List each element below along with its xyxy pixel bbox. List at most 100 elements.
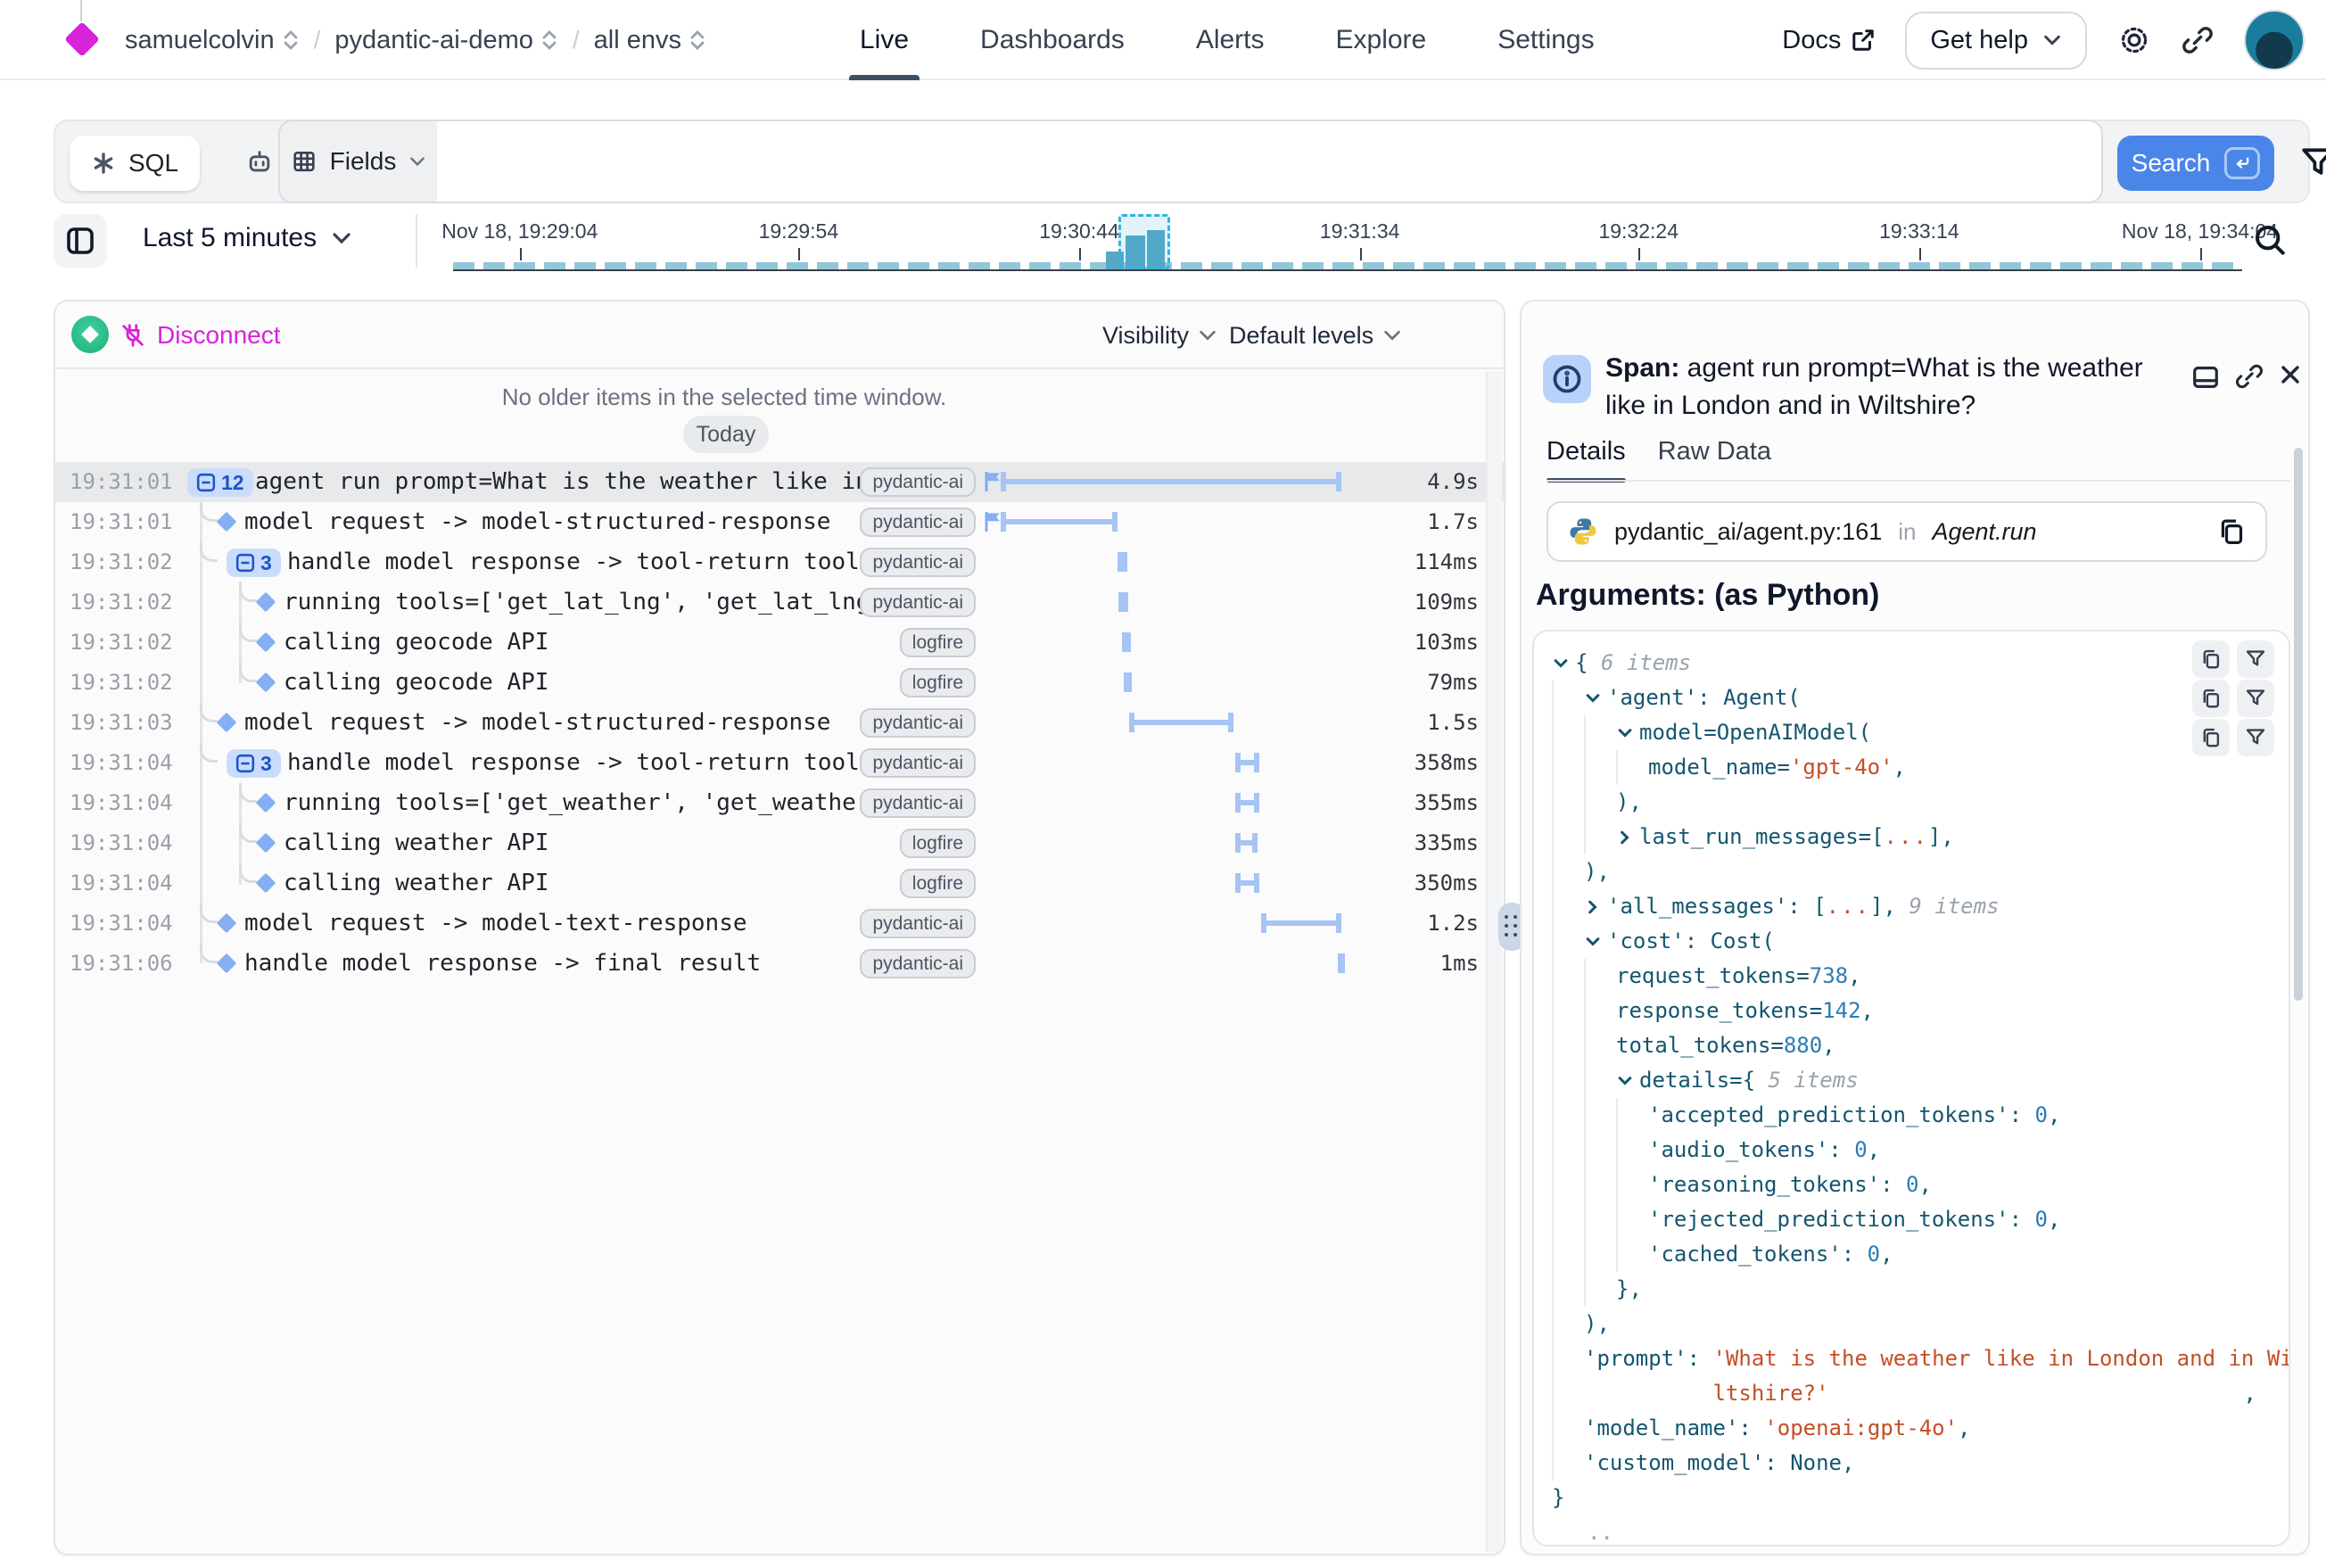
code-line[interactable]: request_tokens=738,	[1552, 959, 2285, 994]
trace-row[interactable]: 19:31:01model request -> model-structure…	[55, 502, 1505, 542]
trace-row[interactable]: 19:31:04calling weather APIlogfire335ms	[55, 823, 1505, 863]
tag-pill[interactable]: pydantic-ai	[860, 588, 976, 617]
code-line[interactable]: }	[1552, 1481, 2285, 1515]
user-avatar[interactable]	[2244, 10, 2305, 70]
code-line[interactable]: ),	[1552, 1307, 2285, 1341]
trace-row[interactable]: 19:31:04calling weather APIlogfire350ms	[55, 863, 1505, 904]
fields-dropdown-button[interactable]: Fields	[278, 120, 439, 203]
tag-pill[interactable]: pydantic-ai	[860, 467, 976, 497]
tab-settings[interactable]: Settings	[1497, 0, 1594, 80]
theme-toggle-sun-icon[interactable]	[2117, 23, 2151, 57]
filter-funnel-icon[interactable]	[2237, 680, 2274, 717]
tag-pill[interactable]: pydantic-ai	[860, 548, 976, 577]
code-line[interactable]: 'agent': Agent(	[1552, 681, 2285, 715]
collapse-badge[interactable]: 3	[227, 549, 281, 577]
copy-icon[interactable]	[2192, 640, 2230, 678]
span-link-icon[interactable]	[2235, 362, 2264, 391]
pin-flag-icon[interactable]	[983, 471, 1002, 492]
copy-icon[interactable]	[2217, 517, 2246, 546]
breadcrumb-item[interactable]: samuelcolvin	[125, 26, 300, 55]
trace-row[interactable]: 19:31:02running tools=['get_lat_lng', 'g…	[55, 582, 1505, 623]
tag-pill[interactable]: pydantic-ai	[860, 788, 976, 818]
source-location[interactable]: pydantic_ai/agent.py:161 in Agent.run	[1547, 501, 2267, 562]
trace-row[interactable]: 19:31:043handle model response -> tool-r…	[55, 743, 1505, 783]
filter-funnel-icon[interactable]	[2299, 144, 2326, 182]
zoom-magnifier-icon[interactable]	[2251, 221, 2289, 259]
tag-pill[interactable]: pydantic-ai	[860, 748, 976, 778]
trace-row[interactable]: 19:31:04running tools=['get_weather', 'g…	[55, 783, 1505, 823]
code-line[interactable]: ),	[1552, 854, 2285, 889]
time-axis[interactable]: Nov 18, 19:29:0419:29:5419:30:4419:31:34…	[446, 210, 2292, 278]
tag-pill[interactable]: pydantic-ai	[860, 508, 976, 537]
filter-funnel-icon[interactable]	[2237, 640, 2274, 678]
breadcrumb-item[interactable]: all envs	[594, 26, 706, 55]
dock-panel-icon[interactable]	[2190, 362, 2221, 392]
copy-link-icon[interactable]	[2182, 24, 2214, 56]
code-line[interactable]: model_name='gpt-4o',	[1552, 750, 2285, 785]
tab-live[interactable]: Live	[860, 0, 909, 80]
caret-down-icon[interactable]	[1552, 655, 1575, 673]
filter-funnel-icon[interactable]	[2237, 719, 2274, 756]
code-line[interactable]: total_tokens=880,	[1552, 1028, 2285, 1063]
code-line[interactable]: 'custom_model': None,	[1552, 1446, 2285, 1481]
trace-row[interactable]: 19:31:02calling geocode APIlogfire79ms	[55, 663, 1505, 703]
time-range-dropdown[interactable]: Last 5 minutes	[143, 223, 352, 253]
copy-icon[interactable]	[2192, 680, 2230, 717]
tab-dashboards[interactable]: Dashboards	[980, 0, 1125, 80]
trace-row[interactable]: 19:31:023handle model response -> tool-r…	[55, 542, 1505, 582]
code-line[interactable]: 'prompt': 'What is the weather like in L…	[1552, 1341, 2285, 1376]
trace-row[interactable]: 19:31:0112agent run prompt=What is the w…	[55, 462, 1505, 502]
tab-explore[interactable]: Explore	[1336, 0, 1427, 80]
caret-right-icon[interactable]	[1584, 898, 1607, 916]
code-line[interactable]: ),	[1552, 785, 2285, 820]
code-line[interactable]: ltshire?',	[1552, 1376, 2285, 1411]
trace-list-scrollbar[interactable]	[1486, 371, 1502, 1552]
tag-pill[interactable]: logfire	[900, 869, 976, 898]
tab-details[interactable]: Details	[1547, 437, 1626, 483]
tab-alerts[interactable]: Alerts	[1196, 0, 1265, 80]
tag-pill[interactable]: pydantic-ai	[860, 708, 976, 738]
search-button[interactable]: Search	[2117, 136, 2274, 191]
caret-down-icon[interactable]	[1584, 689, 1607, 707]
caret-down-icon[interactable]	[1616, 724, 1639, 742]
code-line[interactable]: 'audio_tokens': 0,	[1552, 1133, 2285, 1168]
trace-row[interactable]: 19:31:02calling geocode APIlogfire103ms	[55, 623, 1505, 663]
get-help-button[interactable]: Get help	[1905, 12, 2087, 70]
query-input[interactable]	[437, 120, 2103, 203]
collapse-badge[interactable]: 3	[227, 749, 281, 778]
code-line[interactable]: 'accepted_prediction_tokens': 0,	[1552, 1098, 2285, 1133]
trace-row[interactable]: 19:31:04model request -> model-text-resp…	[55, 904, 1505, 944]
breadcrumb-item[interactable]: pydantic-ai-demo	[334, 26, 557, 55]
tag-pill[interactable]: pydantic-ai	[860, 909, 976, 938]
histogram-selection[interactable]	[1118, 214, 1170, 269]
code-line[interactable]: 'all_messages': [...], 9 items	[1552, 889, 2285, 924]
copy-icon[interactable]	[2192, 719, 2230, 756]
close-icon[interactable]	[2278, 362, 2303, 387]
trace-row[interactable]: 19:31:03model request -> model-structure…	[55, 703, 1505, 743]
code-line[interactable]: 'reasoning_tokens': 0,	[1552, 1168, 2285, 1202]
caret-right-icon[interactable]	[1616, 829, 1639, 846]
caret-down-icon[interactable]	[1616, 1072, 1639, 1090]
span-panel-scrollbar[interactable]	[2294, 448, 2303, 1001]
sql-mode-button[interactable]: SQL	[70, 136, 200, 191]
trace-row[interactable]: 19:31:06handle model response -> final r…	[55, 944, 1505, 984]
code-line[interactable]: model=OpenAIModel(	[1552, 715, 2285, 750]
collapse-badge[interactable]: 12	[187, 468, 253, 497]
code-line[interactable]: { 6 items	[1552, 646, 2285, 681]
pin-flag-icon[interactable]	[983, 511, 1002, 532]
code-line[interactable]: 'cost': Cost(	[1552, 924, 2285, 959]
code-line[interactable]: last_run_messages=[...],	[1552, 820, 2285, 854]
tag-pill[interactable]: logfire	[900, 668, 976, 697]
caret-down-icon[interactable]	[1584, 933, 1607, 951]
code-line[interactable]: 'model_name': 'openai:gpt-4o',	[1552, 1411, 2285, 1446]
tab-raw-data[interactable]: Raw Data	[1658, 437, 1771, 483]
tag-pill[interactable]: logfire	[900, 628, 976, 657]
tag-pill[interactable]: pydantic-ai	[860, 949, 976, 978]
code-line[interactable]: details={ 5 items	[1552, 1063, 2285, 1098]
code-line[interactable]: response_tokens=142,	[1552, 994, 2285, 1028]
code-line[interactable]: 'rejected_prediction_tokens': 0,	[1552, 1202, 2285, 1237]
sidebar-toggle-button[interactable]	[54, 214, 107, 268]
tag-pill[interactable]: logfire	[900, 829, 976, 858]
code-line[interactable]: },	[1552, 1272, 2285, 1307]
logfire-logo-icon[interactable]	[64, 21, 100, 57]
